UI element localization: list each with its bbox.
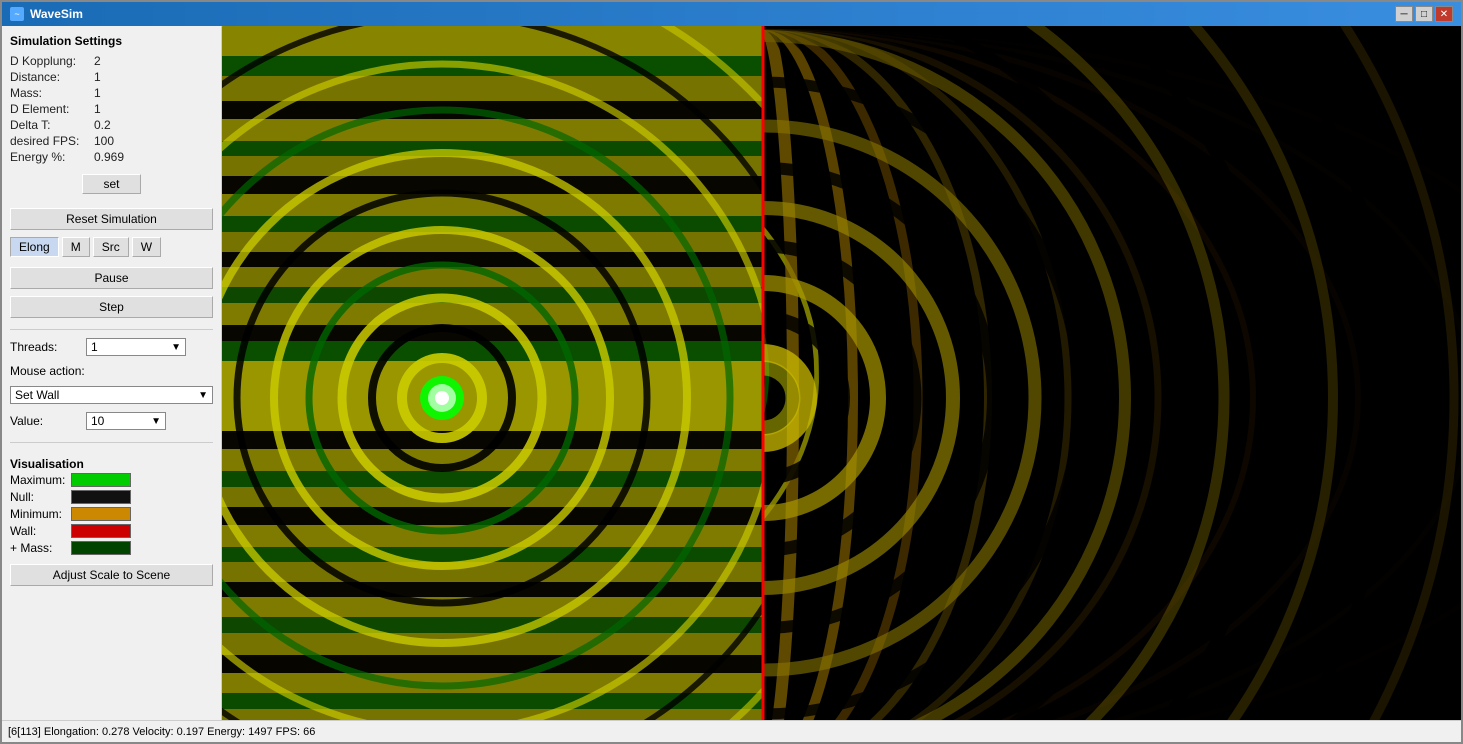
distance-label: Distance: [10, 70, 90, 84]
distance-value: 1 [94, 70, 213, 84]
energy-value: 0.969 [94, 150, 213, 164]
d-kopplung-value: 2 [94, 54, 213, 68]
vis-mass-label: + Mass: [10, 541, 65, 555]
settings-grid: D Kopplung: 2 Distance: 1 Mass: 1 D Elem… [10, 54, 213, 164]
vis-null-label: Null: [10, 490, 65, 504]
vis-mass: + Mass: [10, 541, 213, 555]
simulation-canvas[interactable] [222, 26, 1461, 720]
value-label: Value: [10, 414, 80, 428]
mass-label: Mass: [10, 86, 90, 100]
threads-row: Threads: 1 ▼ [10, 338, 213, 356]
vis-maximum: Maximum: [10, 473, 213, 487]
d-element-value: 1 [94, 102, 213, 116]
status-text: [6[113] Elongation: 0.278 Velocity: 0.19… [8, 726, 315, 738]
adjust-scale-button[interactable]: Adjust Scale to Scene [10, 564, 213, 586]
mouse-action-dropdown[interactable]: Set Wall ▼ [10, 386, 213, 404]
sidebar: Simulation Settings D Kopplung: 2 Distan… [2, 26, 222, 720]
d-element-label: D Element: [10, 102, 90, 116]
desired-fps-value: 100 [94, 134, 213, 148]
mouse-action-arrow: ▼ [198, 390, 208, 401]
mouse-action-value: Set Wall [15, 388, 59, 402]
vis-minimum-label: Minimum: [10, 507, 65, 521]
visualisation-section: Visualisation Maximum: Null: Minimum: Wa… [10, 457, 213, 589]
reset-simulation-button[interactable]: Reset Simulation [10, 208, 213, 230]
src-button[interactable]: Src [93, 237, 129, 257]
value-row: Value: 10 ▼ [10, 412, 213, 430]
mode-buttons: Elong M Src W [10, 237, 213, 257]
pause-button[interactable]: Pause [10, 267, 213, 289]
vis-section-label: Visualisation [10, 457, 213, 471]
delta-t-value: 0.2 [94, 118, 213, 132]
close-button[interactable]: ✕ [1435, 6, 1453, 22]
threads-value: 1 [91, 340, 98, 354]
desired-fps-label: desired FPS: [10, 134, 90, 148]
mass-value: 1 [94, 86, 213, 100]
threads-dropdown[interactable]: 1 ▼ [86, 338, 186, 356]
vis-wall: Wall: [10, 524, 213, 538]
vis-minimum: Minimum: [10, 507, 213, 521]
d-kopplung-label: D Kopplung: [10, 54, 90, 68]
window-title: WaveSim [30, 7, 83, 21]
mouse-action-label: Mouse action: [10, 364, 85, 378]
threads-dropdown-arrow: ▼ [171, 342, 181, 353]
vis-maximum-label: Maximum: [10, 473, 65, 487]
minimize-button[interactable]: ─ [1395, 6, 1413, 22]
set-button[interactable]: set [82, 174, 140, 194]
vis-mass-swatch[interactable] [71, 541, 131, 555]
vis-null-swatch[interactable] [71, 490, 131, 504]
threads-label: Threads: [10, 340, 80, 354]
value-dropdown[interactable]: 10 ▼ [86, 412, 166, 430]
step-button[interactable]: Step [10, 296, 213, 318]
vis-null: Null: [10, 490, 213, 504]
vis-wall-swatch[interactable] [71, 524, 131, 538]
value-value: 10 [91, 414, 104, 428]
delta-t-label: Delta T: [10, 118, 90, 132]
settings-section-label: Simulation Settings [10, 34, 213, 48]
maximize-button[interactable]: □ [1415, 6, 1433, 22]
app-icon: ~ [10, 7, 24, 21]
vis-minimum-swatch[interactable] [71, 507, 131, 521]
status-bar: [6[113] Elongation: 0.278 Velocity: 0.19… [2, 720, 1461, 742]
vis-maximum-swatch[interactable] [71, 473, 131, 487]
mouse-action-row: Mouse action: [10, 364, 213, 378]
m-button[interactable]: M [62, 237, 90, 257]
wave-visualization [222, 26, 1461, 720]
vis-wall-label: Wall: [10, 524, 65, 538]
value-dropdown-arrow: ▼ [151, 416, 161, 427]
elong-button[interactable]: Elong [10, 237, 59, 257]
energy-label: Energy %: [10, 150, 90, 164]
w-button[interactable]: W [132, 237, 161, 257]
